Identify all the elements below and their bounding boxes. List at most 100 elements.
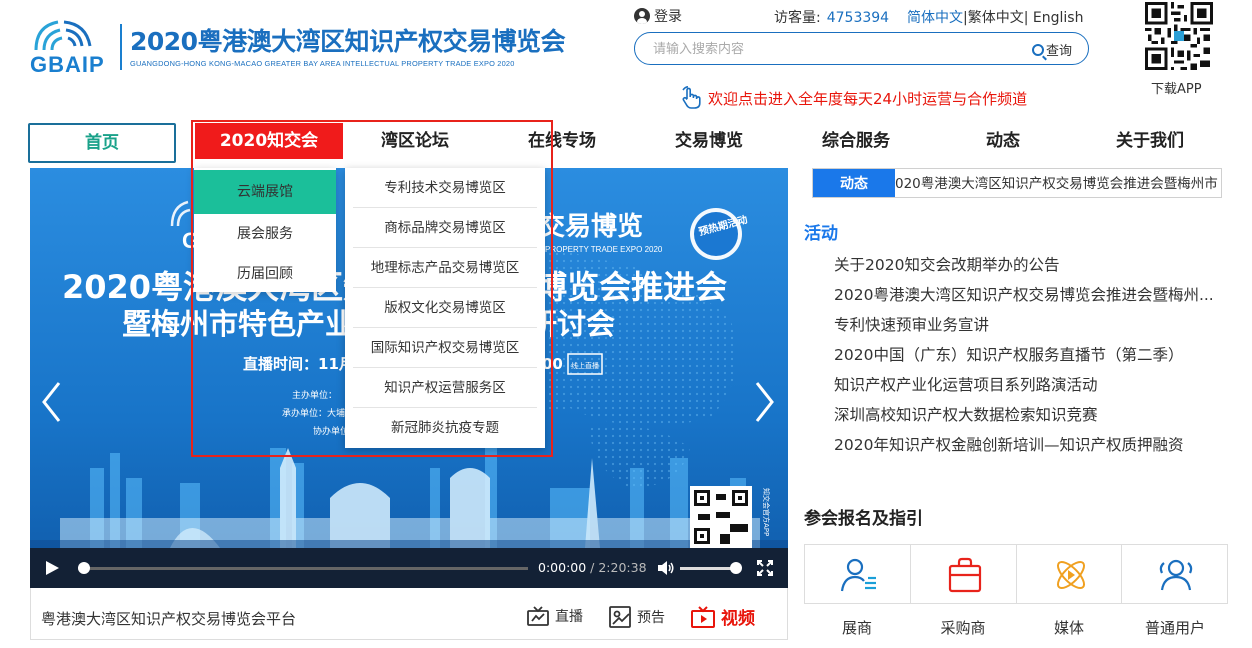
general-user-card[interactable]: [1122, 545, 1227, 603]
submenu-trademark-zone[interactable]: 商标品牌交易博览区: [353, 208, 537, 248]
nav-item-online[interactable]: 在线专场: [492, 123, 632, 159]
nav-item-about[interactable]: 关于我们: [1080, 123, 1220, 159]
logo-english-title: GUANGDONG-HONG KONG-MACAO GREATER BAY AR…: [130, 59, 515, 68]
live-time-end: 00: [542, 355, 563, 373]
main-nav: 首页 2020知交会 湾区论坛 在线专场 交易博览 综合服务 动态 关于我们: [0, 122, 1252, 163]
media-atom-icon: [1056, 561, 1085, 589]
banner-sub-right: PROPERTY TRADE EXPO 2020: [545, 245, 663, 254]
registration-heading: 参会报名及指引: [804, 509, 923, 529]
media-card[interactable]: [1017, 545, 1123, 603]
visits-label: 访客量:: [774, 10, 821, 26]
search-button-label: 查询: [1045, 44, 1072, 59]
submenu-patent-zone[interactable]: 专利技术交易博览区: [353, 168, 537, 208]
nav-item-news[interactable]: 动态: [933, 123, 1073, 159]
video-footer: 粤港澳大湾区知识产权交易博览会平台 直播 预告 视频: [30, 588, 788, 640]
organizer-label: 承办单位：大埔: [282, 407, 345, 419]
site-logo[interactable]: GBAIP 2020粤港澳大湾区知识产权交易博览会 GUANGDONG-HONG…: [28, 12, 566, 77]
banner-title-right: 交易博览: [539, 211, 643, 242]
news-ticker[interactable]: 动态 020粤港澳大湾区知识产权交易博览会推进会暨梅州市: [812, 168, 1222, 198]
activity-item[interactable]: 关于2020知交会改期举办的公告: [834, 252, 1229, 282]
submenu-operation-zone[interactable]: 知识产权运营服务区: [353, 368, 537, 408]
search-icon: [1031, 43, 1044, 56]
search-button[interactable]: 查询: [1031, 40, 1072, 59]
user-icon: [634, 8, 650, 24]
submenu-international-zone[interactable]: 国际知识产权交易博览区: [353, 328, 537, 368]
platform-title: 粤港澳大湾区知识产权交易博览会平台: [41, 610, 297, 628]
submenu-expo-services[interactable]: 展会服务: [194, 214, 336, 254]
volume-icon[interactable]: [657, 560, 675, 576]
exhibitor-card[interactable]: [805, 545, 911, 603]
fullscreen-icon[interactable]: [757, 560, 773, 576]
nav-item-trade[interactable]: 交易博览: [639, 123, 779, 159]
preview-tab[interactable]: 预告: [609, 606, 665, 628]
buyer-card[interactable]: [911, 545, 1017, 603]
activity-item[interactable]: 深圳高校知识产权大数据检索知识竞赛: [834, 402, 1229, 432]
logo-gbaip-text: GBAIP: [30, 52, 105, 77]
prev-slide-arrow[interactable]: [40, 380, 62, 424]
time-separator: /: [586, 560, 599, 575]
video-tab-label: 视频: [721, 609, 755, 629]
activity-item[interactable]: 专利快速预审业务宣讲: [834, 312, 1229, 342]
activity-item[interactable]: 知识产权产业化运营项目系列路演活动: [834, 372, 1229, 402]
lang-separator: |: [1023, 10, 1029, 26]
nav-item-services[interactable]: 综合服务: [786, 123, 926, 159]
submenu-cloud-hall[interactable]: 云端展馆: [194, 170, 336, 214]
ticker-text[interactable]: 020粤港澳大湾区知识产权交易博览会推进会暨梅州市: [895, 169, 1218, 197]
preview-tab-label: 预告: [637, 610, 665, 626]
lang-english[interactable]: English: [1033, 10, 1084, 26]
welcome-link[interactable]: 欢迎点击进入全年度每天24小时运营与合作频道: [680, 86, 1027, 110]
volume-handle[interactable]: [730, 562, 742, 574]
activity-item[interactable]: 2020年知识产权金融创新培训—知识产权质押融资: [834, 432, 1229, 462]
submenu-covid-topic[interactable]: 新冠肺炎抗疫专题: [353, 408, 537, 448]
video-tab[interactable]: 视频: [691, 604, 755, 629]
preview-icon: [609, 606, 631, 628]
activity-list: 关于2020知交会改期举办的公告 2020粤港澳大湾区知识产权交易博览会推进会暨…: [834, 252, 1229, 462]
nav-item-forum[interactable]: 湾区论坛: [345, 123, 485, 159]
logo-divider: [120, 24, 122, 70]
login-link[interactable]: 登录: [634, 6, 682, 26]
search-input[interactable]: [653, 39, 1013, 59]
exhibitor-label[interactable]: 展商: [804, 617, 910, 638]
qr-caption: 知交会官方APP: [762, 488, 771, 536]
activity-item[interactable]: 2020粤港澳大湾区知识产权交易博览会推进会暨梅州...: [834, 282, 1229, 312]
activity-heading: 活动: [804, 224, 838, 244]
hand-pointer-icon: [682, 86, 701, 109]
host-label: 主办单位：: [292, 389, 337, 401]
live-tab[interactable]: 直播: [527, 606, 583, 626]
exhibitor-icon: [840, 558, 876, 592]
shopping-bag-icon: [948, 557, 981, 593]
time-current: 0:00:00: [538, 560, 587, 575]
app-qr-code: [1145, 2, 1213, 70]
seek-handle[interactable]: [78, 562, 90, 574]
next-slide-arrow[interactable]: [754, 380, 776, 424]
general-user-label[interactable]: 普通用户: [1122, 617, 1228, 638]
cloud-hall-submenu: 专利技术交易博览区 商标品牌交易博览区 地理标志产品交易博览区 版权文化交易博览…: [345, 168, 545, 448]
registration-grid: [804, 544, 1228, 604]
download-app-label[interactable]: 下载APP: [1151, 78, 1202, 97]
play-icon[interactable]: [46, 561, 59, 575]
submenu-copyright-zone[interactable]: 版权文化交易博览区: [353, 288, 537, 328]
buyer-label[interactable]: 采购商: [910, 617, 1016, 638]
co-organizer-label: 协办单位: [313, 425, 349, 437]
ticker-label: 动态: [813, 169, 895, 197]
nav-item-expo-2020[interactable]: 2020知交会: [195, 123, 343, 159]
submenu-past-review[interactable]: 历届回顾: [194, 254, 336, 294]
lang-traditional[interactable]: 繁体中文: [968, 10, 1024, 26]
search-bar: 查询: [634, 32, 1089, 65]
seek-bar[interactable]: [78, 567, 528, 570]
live-time: 直播时间：11月: [243, 355, 354, 373]
activity-item[interactable]: 2020中国（广东）知识产权服务直播节（第二季）: [834, 342, 1229, 372]
lang-simplified[interactable]: 简体中文: [907, 10, 963, 26]
media-label[interactable]: 媒体: [1016, 617, 1122, 638]
nav-home[interactable]: 首页: [28, 123, 176, 163]
live-tab-label: 直播: [555, 609, 583, 625]
logo-chinese-title: 2020粤港澳大湾区知识产权交易博览会: [130, 27, 566, 56]
live-tv-icon: [527, 606, 549, 626]
time-display: 0:00:00 / 2:20:38: [538, 560, 647, 575]
visitor-counter: 访客量: 4753394: [774, 7, 889, 27]
submenu-geo-zone[interactable]: 地理标志产品交易博览区: [353, 248, 537, 288]
welcome-text: 欢迎点击进入全年度每天24小时运营与合作频道: [708, 89, 1028, 108]
time-total: 2:20:38: [598, 560, 647, 575]
visits-count: 4753394: [826, 10, 890, 26]
users-icon: [1160, 559, 1193, 591]
